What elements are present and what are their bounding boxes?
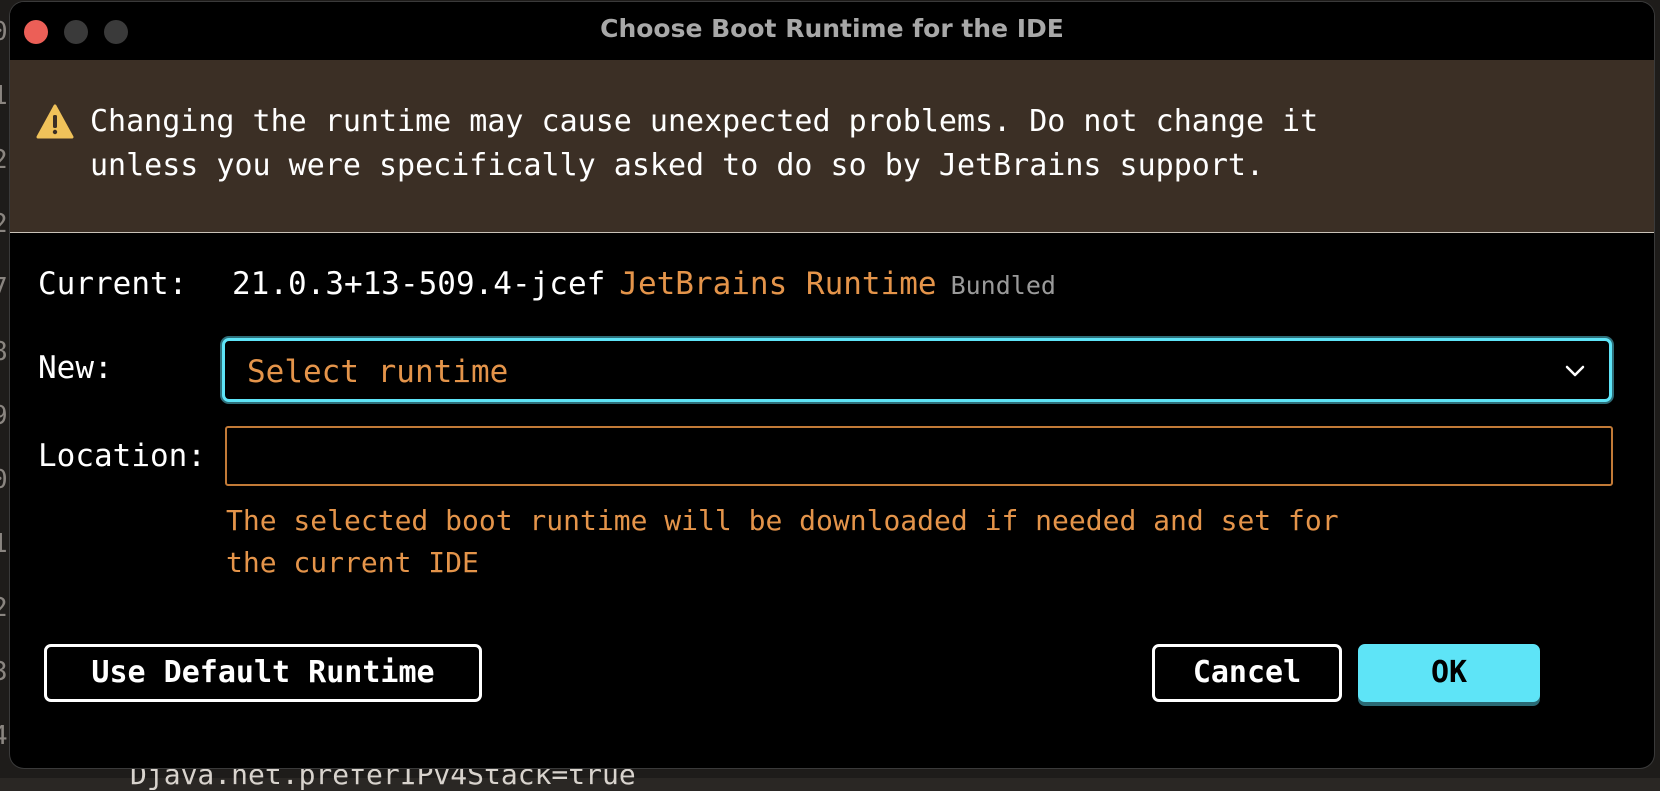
- runtime-select[interactable]: Select runtime: [222, 338, 1612, 402]
- chevron-down-icon: [1565, 365, 1585, 377]
- location-label: Location:: [38, 438, 206, 474]
- current-runtime: 21.0.3+13-509.4-jcef JetBrains Runtime Bun…: [232, 266, 1056, 302]
- warning-line-1: Changing the runtime may cause unexpecte…: [90, 104, 1319, 139]
- download-hint: The selected boot runtime will be downlo…: [226, 500, 1339, 584]
- ok-button[interactable]: OK: [1358, 644, 1540, 702]
- warning-message: Changing the runtime may cause unexpecte…: [90, 100, 1490, 188]
- hint-line-1: The selected boot runtime will be downlo…: [226, 504, 1339, 537]
- warning-line-2: unless you were specifically asked to do…: [90, 148, 1264, 183]
- new-label: New:: [38, 350, 113, 386]
- warning-icon: [36, 104, 74, 139]
- current-vendor: JetBrains Runtime: [619, 266, 937, 302]
- warning-banner: Changing the runtime may cause unexpecte…: [10, 60, 1654, 233]
- use-default-runtime-button[interactable]: Use Default Runtime: [44, 644, 482, 702]
- current-label: Current:: [38, 266, 188, 302]
- boot-runtime-dialog: Choose Boot Runtime for the IDE Changing…: [10, 2, 1654, 768]
- runtime-select-value: Select runtime: [247, 354, 509, 390]
- dialog-title: Choose Boot Runtime for the IDE: [600, 14, 1064, 43]
- hint-line-2: the current IDE: [226, 546, 479, 579]
- title-bar: Choose Boot Runtime for the IDE: [10, 2, 1654, 60]
- location-input[interactable]: [225, 426, 1613, 486]
- current-version: 21.0.3+13-509.4-jcef: [232, 266, 606, 302]
- bundled-badge: Bundled: [950, 271, 1056, 300]
- cancel-button[interactable]: Cancel: [1152, 644, 1342, 702]
